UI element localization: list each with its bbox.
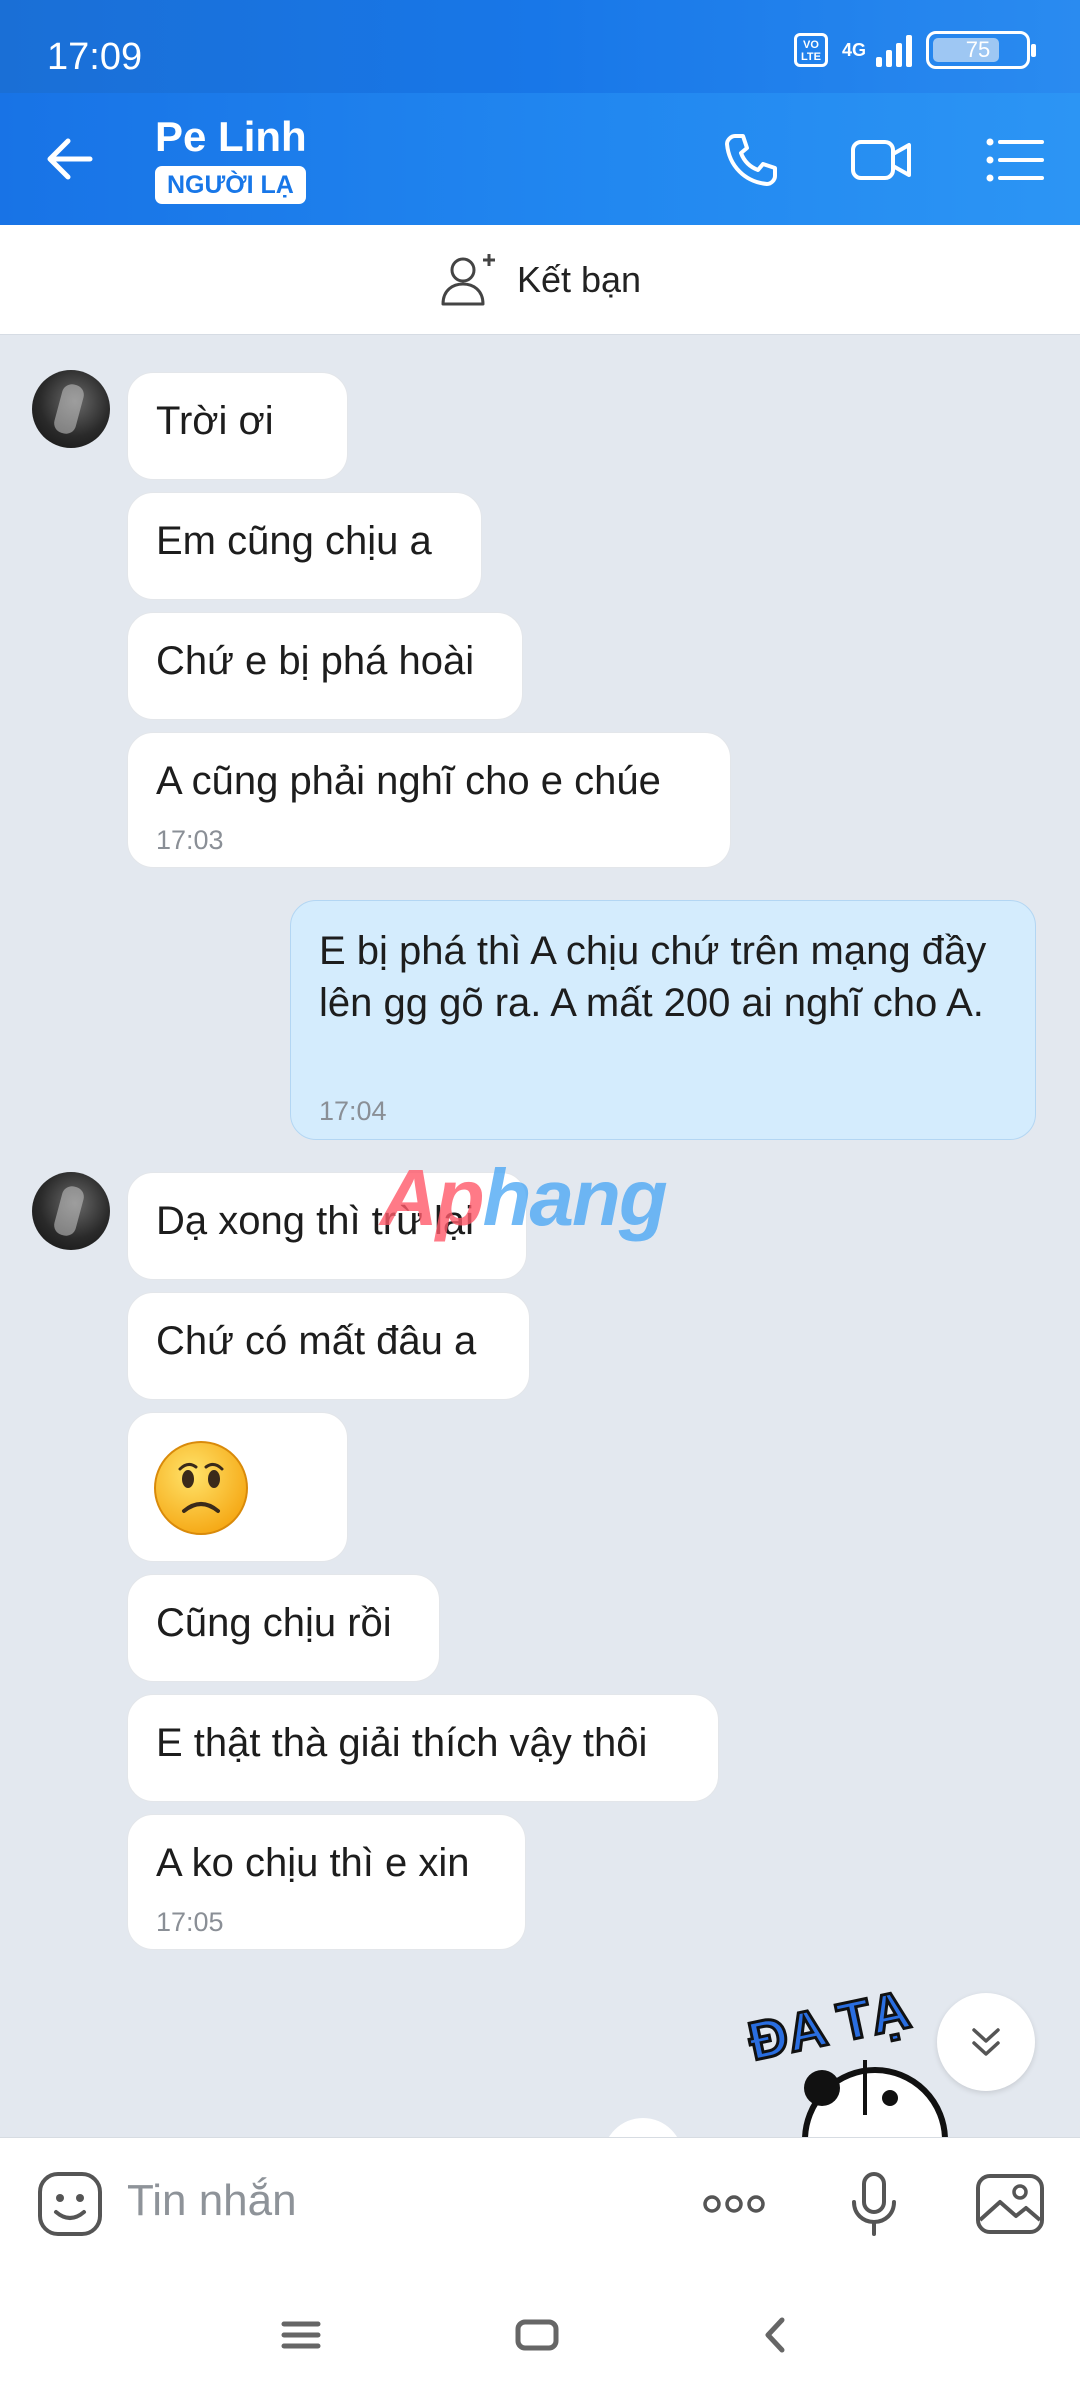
video-call-icon[interactable] xyxy=(849,128,913,192)
chat-header: Pe Linh NGƯỜI LẠ xyxy=(0,93,1080,225)
more-options-icon[interactable] xyxy=(698,2168,770,2240)
frowning-face-emoji-icon xyxy=(154,1441,248,1535)
message-bubble[interactable]: A cũng phải nghĩ cho e chúe 17:03 xyxy=(127,732,731,868)
message-text: Trời ơi xyxy=(156,399,274,443)
message-bubble[interactable]: Chứ e bị phá hoài xyxy=(127,612,523,720)
status-bar: 17:09 VO LTE 4G 75 xyxy=(0,0,1080,93)
watermark-part1: Ap xyxy=(380,1153,485,1242)
watermark-logo: Aphang xyxy=(380,1152,668,1244)
double-chevron-down-icon xyxy=(972,2028,1000,2056)
watermark-part2: hang xyxy=(482,1153,668,1242)
message-bubble[interactable]: Em cũng chịu a xyxy=(127,492,482,600)
battery-level: 75 xyxy=(965,37,991,62)
message-bubble[interactable]: Cũng chịu rồi xyxy=(127,1574,440,1682)
avatar[interactable] xyxy=(32,370,110,448)
add-friend-label: Kết bạn xyxy=(516,258,642,300)
message-text: Chứ có mất đâu a xyxy=(156,1319,477,1363)
message-time: 17:05 xyxy=(156,1907,224,1937)
message-bubble[interactable]: Chứ có mất đâu a xyxy=(127,1292,530,1400)
message-text: Cũng chịu rồi xyxy=(156,1601,392,1645)
microphone-icon[interactable] xyxy=(838,2168,910,2240)
contact-name[interactable]: Pe Linh xyxy=(155,113,307,161)
recent-apps-icon[interactable] xyxy=(276,2310,326,2360)
emoji-message-bubble[interactable] xyxy=(127,1412,348,1562)
message-text: Em cũng chịu a xyxy=(156,519,432,563)
menu-list-icon[interactable] xyxy=(982,128,1046,192)
message-text: E thật thà giải thích vậy thôi xyxy=(156,1721,648,1765)
scroll-to-bottom-button[interactable] xyxy=(937,1993,1035,2091)
add-friend-bar[interactable]: Kết bạn xyxy=(0,225,1080,335)
message-text: Chứ e bị phá hoài xyxy=(156,639,475,683)
home-icon[interactable] xyxy=(512,2310,562,2360)
stranger-badge: NGƯỜI LẠ xyxy=(155,166,306,204)
message-text: A ko chịu thì e xin xyxy=(156,1841,470,1885)
message-time: 17:03 xyxy=(156,825,224,855)
battery-icon: 75 xyxy=(926,31,1036,69)
sticker-emoji-icon[interactable] xyxy=(34,2168,106,2240)
signal-icon xyxy=(876,33,912,67)
my-message-bubble[interactable]: E bị phá thì A chịu chứ trên mạng đầy lê… xyxy=(290,900,1036,1140)
network-type: 4G xyxy=(841,40,866,60)
message-time: 17:04 xyxy=(319,1096,387,1126)
phone-call-icon[interactable] xyxy=(719,128,783,192)
message-input[interactable]: Tin nhắn xyxy=(127,2176,297,2226)
message-text: A cũng phải nghĩ cho e chúe xyxy=(156,759,661,803)
message-input-bar: Tin nhắn xyxy=(0,2137,1080,2270)
message-bubble[interactable]: E thật thà giải thích vậy thôi xyxy=(127,1694,719,1802)
status-icons: VO LTE 4G 75 xyxy=(793,30,1036,70)
avatar[interactable] xyxy=(32,1172,110,1250)
back-arrow-icon[interactable] xyxy=(40,129,100,189)
image-gallery-icon[interactable] xyxy=(974,2168,1046,2240)
system-nav-bar xyxy=(0,2270,1080,2400)
status-time: 17:09 xyxy=(47,36,143,78)
chat-screen: 17:09 VO LTE 4G 75 Pe Linh NGƯỜI LẠ Kết … xyxy=(0,0,1080,2400)
message-bubble[interactable]: A ko chịu thì e xin 17:05 xyxy=(127,1814,526,1950)
volte-icon: VO LTE xyxy=(793,33,828,67)
message-bubble[interactable]: Trời ơi xyxy=(127,372,348,480)
sticker-image[interactable]: ĐA TẠ xyxy=(740,1990,970,2137)
add-friend-icon xyxy=(441,253,495,305)
sticker-text: ĐA TẠ xyxy=(743,1990,915,2072)
message-text: E bị phá thì A chịu chứ trên mạng đầy lê… xyxy=(319,929,987,1025)
back-icon[interactable] xyxy=(750,2310,800,2360)
